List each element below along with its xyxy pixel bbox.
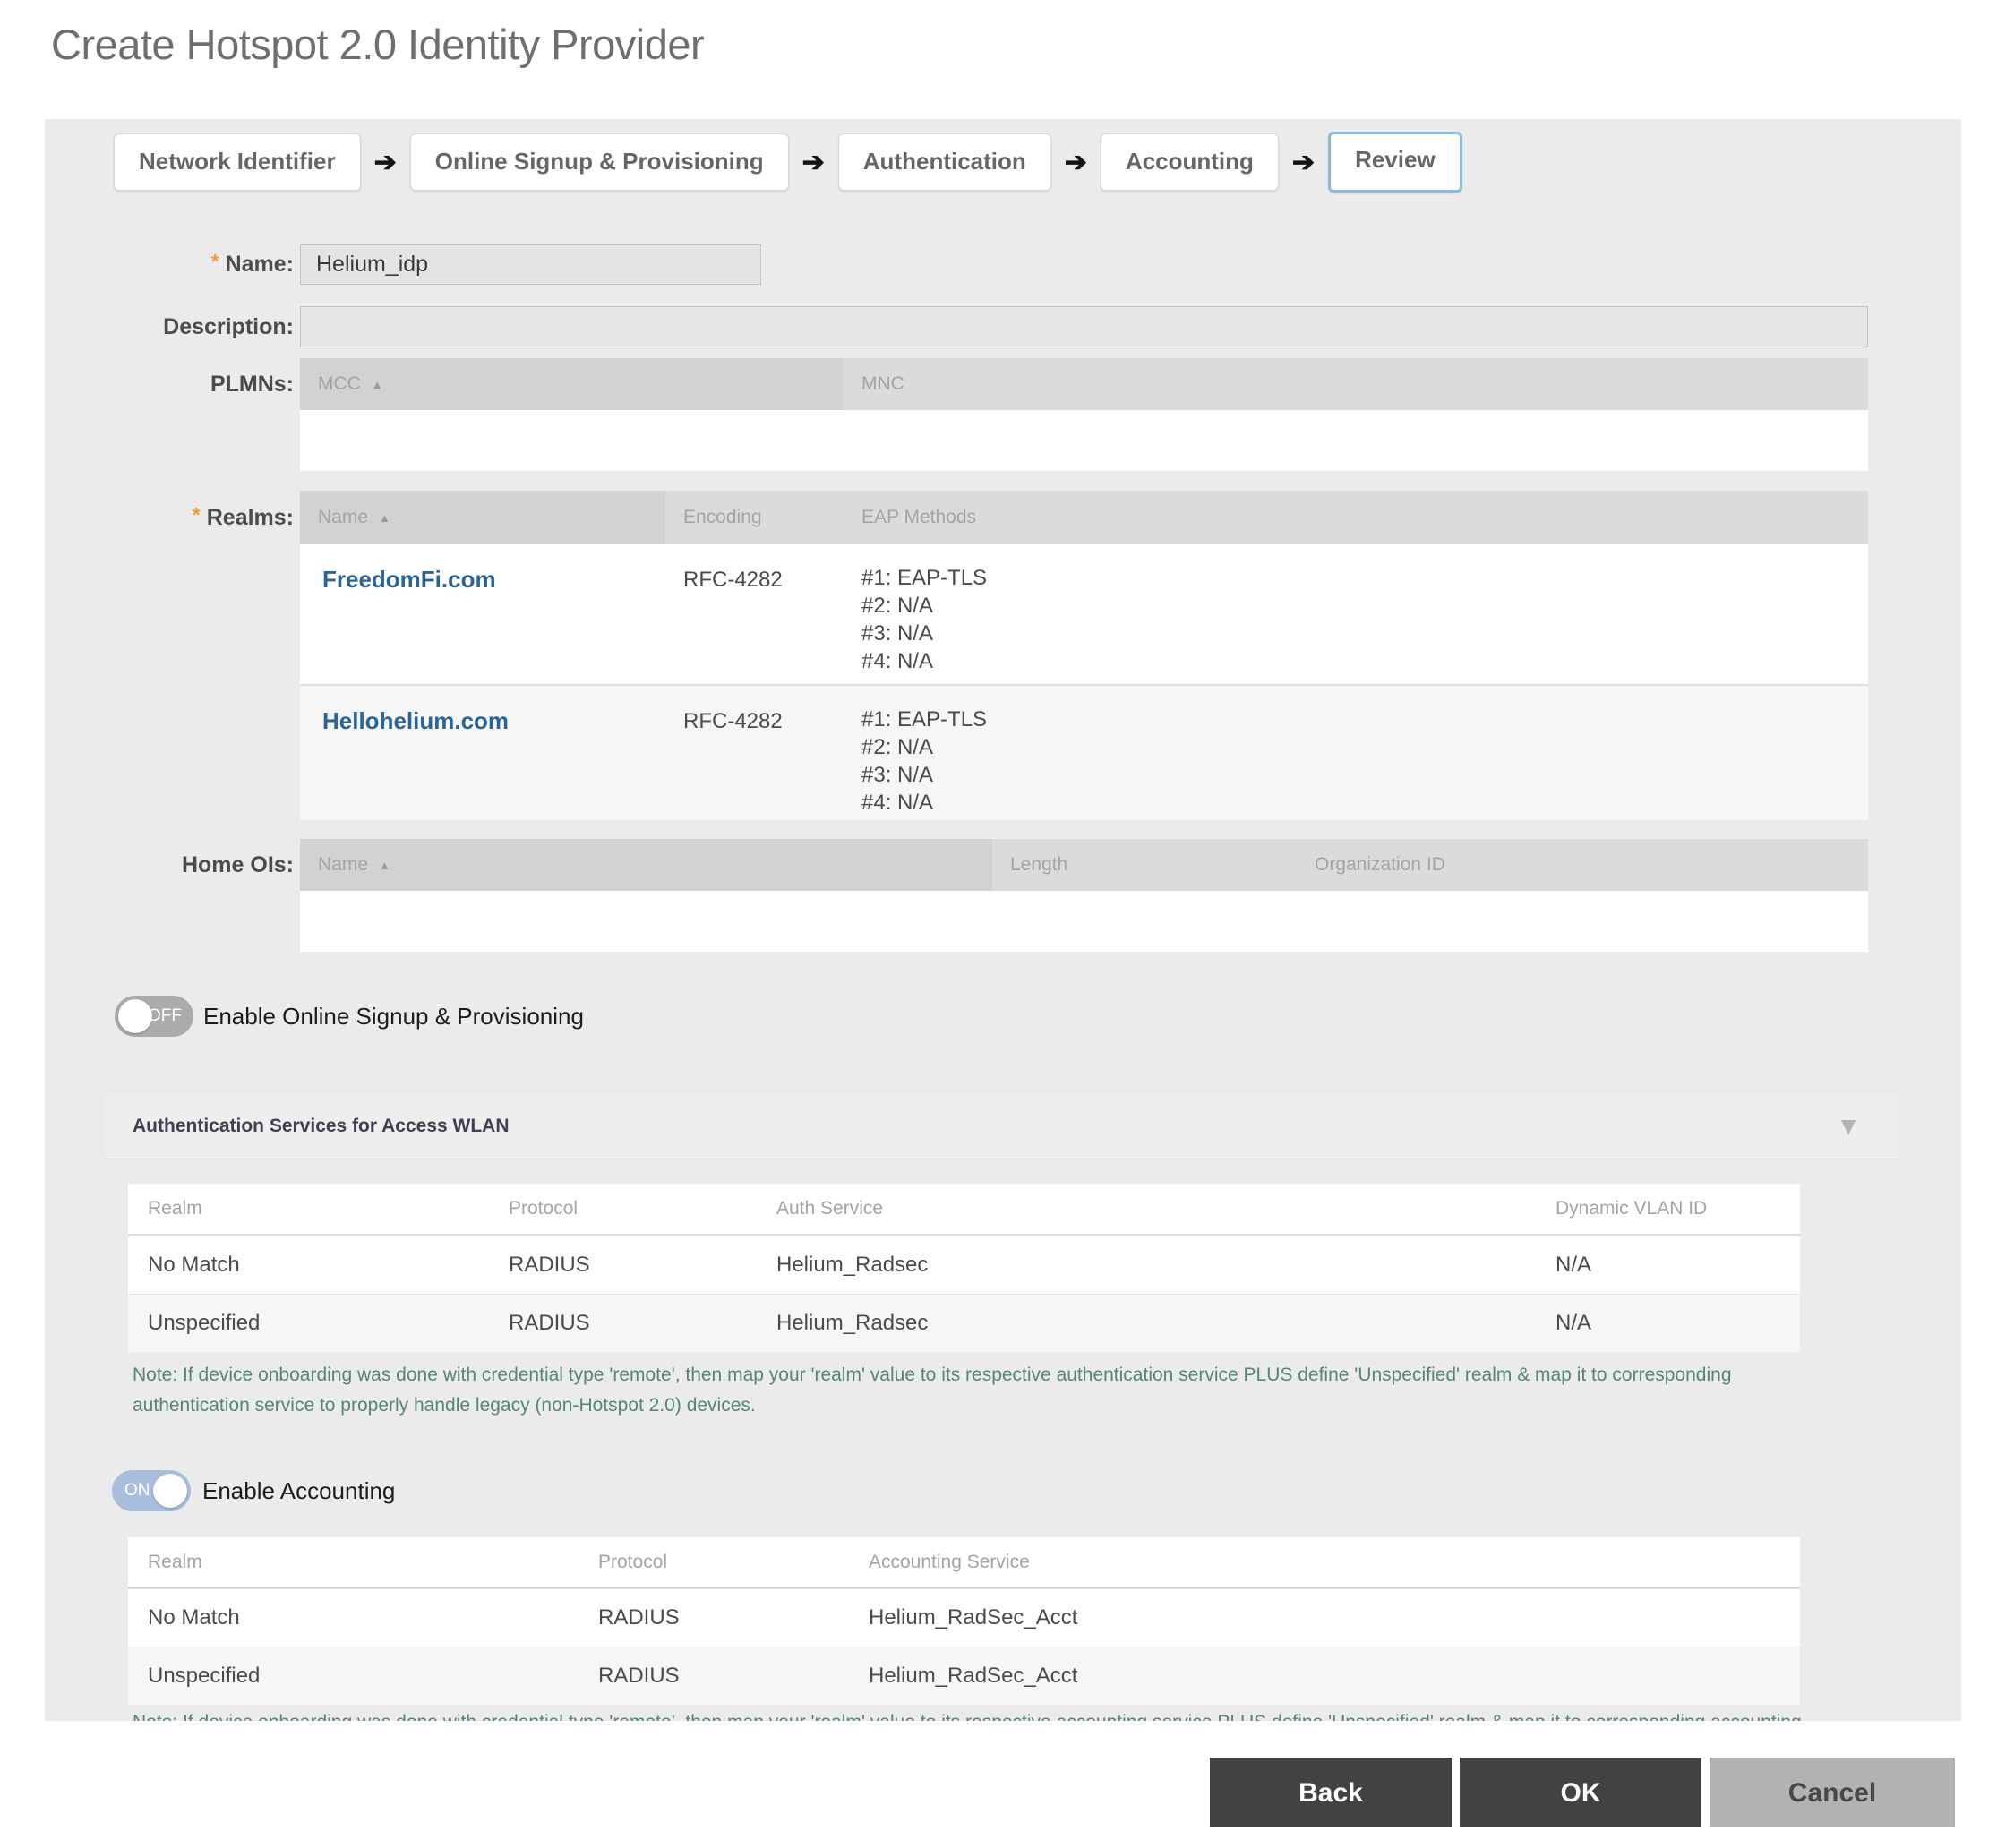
home-ois-col-name[interactable]: Name ▲ <box>300 839 992 891</box>
realm-encoding: RFC-4282 <box>683 568 783 593</box>
auth-col-realm: Realm <box>148 1184 202 1234</box>
realm-name-link[interactable]: FreedomFi.com <box>322 566 496 594</box>
plmns-table: MCC ▲ MNC <box>300 358 1868 471</box>
cancel-button[interactable]: Cancel <box>1710 1758 1955 1827</box>
home-ois-col-length[interactable]: Length <box>992 839 1297 891</box>
auth-col-auth-service: Auth Service <box>776 1184 883 1234</box>
acct-col-realm: Realm <box>148 1537 202 1587</box>
home-ois-table-body <box>300 891 1868 952</box>
home-ois-table: Name ▲ Length Organization ID <box>300 839 1868 952</box>
auth-col-dynamic-vlan-id: Dynamic VLAN ID <box>1556 1184 1707 1234</box>
step-review[interactable]: Review <box>1328 132 1462 192</box>
plmns-col-mcc[interactable]: MCC ▲ <box>300 358 844 410</box>
realm-row-freedomfi[interactable]: FreedomFi.com RFC-4282 #1: EAP-TLS #2: N… <box>300 544 1868 684</box>
auth-services-section-title: Authentication Services for Access WLAN <box>133 1094 510 1159</box>
realms-label: *Realms: <box>45 491 294 544</box>
auth-table-row: No Match RADIUS Helium_Radsec N/A <box>128 1236 1800 1294</box>
home-ois-col-organization-id[interactable]: Organization ID <box>1297 839 1868 891</box>
auth-table-header: Realm Protocol Auth Service Dynamic VLAN… <box>128 1184 1800 1236</box>
plmns-table-body <box>300 410 1868 471</box>
plmns-label: PLMNs: <box>45 358 294 410</box>
auth-services-table: Realm Protocol Auth Service Dynamic VLAN… <box>128 1184 1800 1352</box>
step-online-signup-provisioning[interactable]: Online Signup & Provisioning <box>410 133 789 191</box>
required-asterisk: * <box>193 503 201 526</box>
name-input[interactable] <box>300 244 761 285</box>
description-label: Description: <box>45 306 294 347</box>
ok-button[interactable]: OK <box>1460 1758 1701 1827</box>
toggle-state-label: OFF <box>148 996 182 1037</box>
step-arrow-icon: ➔ <box>1065 147 1087 178</box>
accounting-table: Realm Protocol Accounting Service No Mat… <box>128 1537 1800 1705</box>
step-accounting[interactable]: Accounting <box>1101 133 1279 191</box>
realm-encoding: RFC-4282 <box>683 709 783 734</box>
sort-asc-icon: ▲ <box>379 511 390 525</box>
realms-col-eap-methods[interactable]: EAP Methods <box>844 491 1868 544</box>
realms-col-name[interactable]: Name ▲ <box>300 491 665 544</box>
step-network-identifier[interactable]: Network Identifier <box>114 133 361 191</box>
realm-eap-methods: #1: EAP-TLS #2: N/A #3: N/A #4: N/A <box>861 564 987 675</box>
accounting-table-row: No Match RADIUS Helium_RadSec_Acct <box>128 1589 1800 1647</box>
realms-col-encoding[interactable]: Encoding <box>665 491 844 544</box>
description-input[interactable] <box>300 306 1868 347</box>
step-authentication[interactable]: Authentication <box>838 133 1051 191</box>
step-arrow-icon: ➔ <box>374 147 397 178</box>
home-ois-label: Home OIs: <box>45 839 294 891</box>
realms-table: Name ▲ Encoding EAP Methods FreedomFi.co… <box>300 491 1868 820</box>
auth-services-note: Note: If device onboarding was done with… <box>133 1360 1776 1421</box>
page-title: Create Hotspot 2.0 Identity Provider <box>51 20 704 69</box>
sort-asc-icon: ▲ <box>372 378 383 391</box>
accounting-toggle[interactable]: ON <box>112 1470 191 1511</box>
step-arrow-icon: ➔ <box>802 147 825 178</box>
accounting-note-clipped: Note: If device onboarding was done with… <box>133 1711 1834 1721</box>
toggle-state-label: ON <box>124 1470 150 1511</box>
wizard-panel: Network Identifier ➔ Online Signup & Pro… <box>45 119 1961 1721</box>
toggle-knob <box>153 1474 187 1508</box>
step-arrow-icon: ➔ <box>1292 147 1315 178</box>
realm-name-link[interactable]: Hellohelium.com <box>322 707 509 735</box>
required-asterisk: * <box>211 250 219 273</box>
osu-toggle-label: Enable Online Signup & Provisioning <box>203 996 584 1037</box>
auth-col-protocol: Protocol <box>509 1184 578 1234</box>
accounting-table-row: Unspecified RADIUS Helium_RadSec_Acct <box>128 1647 1800 1705</box>
collapse-arrow-icon[interactable]: ▼ <box>1836 1094 1861 1159</box>
accounting-table-header: Realm Protocol Accounting Service <box>128 1537 1800 1589</box>
realm-row-hellohelium[interactable]: Hellohelium.com RFC-4282 #1: EAP-TLS #2:… <box>300 684 1868 820</box>
auth-services-section-header[interactable]: Authentication Services for Access WLAN … <box>106 1094 1898 1159</box>
wizard-steps: Network Identifier ➔ Online Signup & Pro… <box>114 132 1462 192</box>
acct-col-protocol: Protocol <box>598 1537 667 1587</box>
osu-toggle[interactable]: OFF <box>115 996 193 1037</box>
sort-asc-icon: ▲ <box>379 859 390 872</box>
plmns-col-mnc[interactable]: MNC <box>844 358 1868 410</box>
accounting-toggle-label: Enable Accounting <box>202 1470 395 1511</box>
back-button[interactable]: Back <box>1210 1758 1452 1827</box>
name-label: *Name: <box>45 244 294 285</box>
acct-col-accounting-service: Accounting Service <box>869 1537 1030 1587</box>
realm-eap-methods: #1: EAP-TLS #2: N/A #3: N/A #4: N/A <box>861 706 987 817</box>
auth-table-row: Unspecified RADIUS Helium_Radsec N/A <box>128 1294 1800 1352</box>
